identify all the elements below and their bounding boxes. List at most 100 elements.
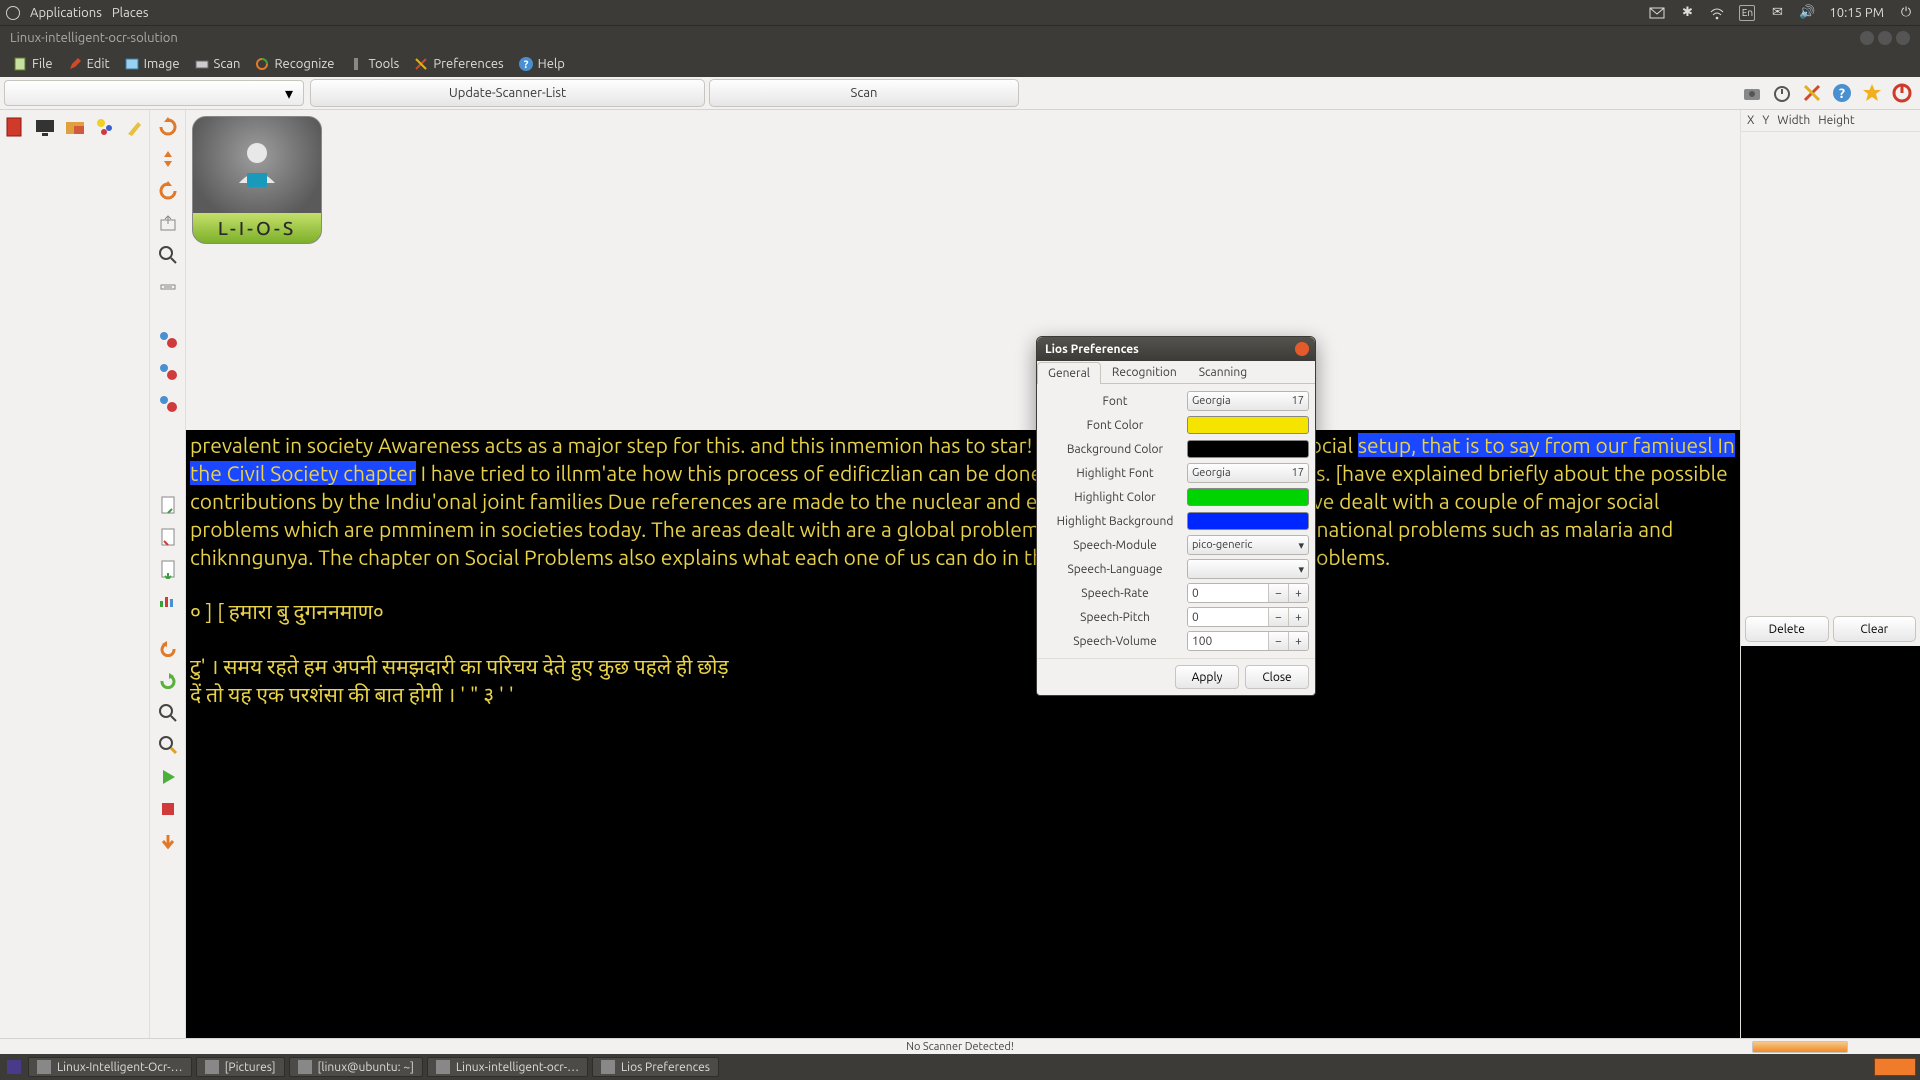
- timer-icon[interactable]: [1770, 81, 1794, 105]
- task-item[interactable]: Linux-Intelligent-Ocr-…: [28, 1057, 192, 1077]
- apply-button[interactable]: Apply: [1175, 665, 1239, 689]
- shape-b-icon[interactable]: [157, 360, 179, 382]
- preferences-dialog: Lios Preferences General Recognition Sca…: [1036, 336, 1316, 696]
- menu-edit[interactable]: Edit: [61, 54, 116, 74]
- shape-c-icon[interactable]: [157, 392, 179, 414]
- task-item[interactable]: Lios Preferences: [592, 1057, 719, 1077]
- speech-language-select[interactable]: ▾: [1187, 559, 1309, 579]
- show-desktop-icon[interactable]: [4, 1059, 24, 1075]
- play-icon[interactable]: [157, 766, 179, 788]
- shape-a-icon[interactable]: [157, 328, 179, 350]
- menu-help[interactable]: ?Help: [512, 54, 571, 74]
- star-icon[interactable]: [1860, 81, 1884, 105]
- highlight-bg-swatch[interactable]: [1187, 512, 1309, 530]
- regions-list[interactable]: [1741, 132, 1920, 612]
- folder-image-icon[interactable]: [64, 116, 86, 138]
- help-icon: ?: [518, 56, 534, 72]
- task-item[interactable]: Linux-intelligent-ocr-…: [427, 1057, 588, 1077]
- app-icon: [601, 1060, 615, 1074]
- right-preview: [1741, 646, 1920, 1038]
- svg-text:?: ?: [1839, 85, 1845, 101]
- speech-rate-spinner[interactable]: 0−+: [1187, 583, 1309, 603]
- stop-icon[interactable]: [157, 798, 179, 820]
- menu-preferences[interactable]: Preferences: [407, 54, 509, 74]
- applications-menu[interactable]: Applications: [30, 6, 102, 20]
- shutdown-icon[interactable]: ⏻: [1898, 5, 1914, 21]
- speech-pitch-spinner[interactable]: 0−+: [1187, 607, 1309, 627]
- delete-button[interactable]: Delete: [1745, 616, 1829, 642]
- camera-icon[interactable]: [1740, 81, 1764, 105]
- tab-scanning[interactable]: Scanning: [1188, 361, 1258, 383]
- font-chooser[interactable]: Georgia17: [1187, 391, 1309, 411]
- settings-tool-icon[interactable]: [1800, 81, 1824, 105]
- clear-button[interactable]: Clear: [1833, 616, 1917, 642]
- find-replace-icon[interactable]: [157, 734, 179, 756]
- dialog-close-icon[interactable]: [1295, 342, 1309, 356]
- keyboard-layout-indicator[interactable]: En: [1739, 5, 1755, 21]
- gnome-top-panel: Applications Places ✱ En ✉ 🔊 10:15 PM ⏻: [0, 0, 1920, 25]
- left-icon-panel: [0, 110, 150, 1038]
- menu-image[interactable]: Image: [118, 54, 186, 74]
- collapse-icon[interactable]: [157, 276, 179, 298]
- highlight-font-chooser[interactable]: Georgia17: [1187, 463, 1309, 483]
- menu-recognize[interactable]: Recognize: [248, 54, 340, 74]
- label-speech-pitch: Speech-Pitch: [1043, 611, 1187, 624]
- volume-icon[interactable]: 🔊: [1799, 5, 1815, 21]
- speech-volume-spinner[interactable]: 100−+: [1187, 631, 1309, 651]
- messages-icon[interactable]: ✉: [1769, 5, 1785, 21]
- app-icon: [436, 1060, 450, 1074]
- find-icon[interactable]: [157, 702, 179, 724]
- update-scanner-list-button[interactable]: Update-Scanner-List: [310, 79, 705, 107]
- chart-icon[interactable]: [157, 590, 179, 612]
- dialog-titlebar[interactable]: Lios Preferences: [1037, 337, 1315, 361]
- scanner-select[interactable]: ▾: [4, 80, 304, 106]
- label-speech-language: Speech-Language: [1043, 563, 1187, 576]
- highlight-color-swatch[interactable]: [1187, 488, 1309, 506]
- page-prev-icon[interactable]: [157, 526, 179, 548]
- window-minimize[interactable]: [1860, 31, 1874, 45]
- mail-tray-icon[interactable]: [1649, 5, 1665, 21]
- wifi-icon[interactable]: [1709, 5, 1725, 21]
- close-button[interactable]: Close: [1245, 665, 1309, 689]
- scan-icon: [194, 56, 210, 72]
- menu-file[interactable]: File: [6, 54, 59, 74]
- tools-icon: [348, 56, 364, 72]
- zoom-icon[interactable]: [157, 244, 179, 266]
- menu-tools[interactable]: Tools: [342, 54, 405, 74]
- color-wand-icon[interactable]: [94, 116, 116, 138]
- page-next-icon[interactable]: [157, 494, 179, 516]
- tab-recognition[interactable]: Recognition: [1101, 361, 1188, 383]
- image-canvas[interactable]: L-I-O-S: [186, 110, 1740, 430]
- ocr-text-area[interactable]: prevalent in society Awareness acts as a…: [186, 430, 1740, 1038]
- workspace-switcher[interactable]: [1874, 1058, 1916, 1076]
- brush-icon[interactable]: [124, 116, 146, 138]
- window-maximize[interactable]: [1878, 31, 1892, 45]
- power-icon[interactable]: [1890, 81, 1914, 105]
- flip-v-icon[interactable]: [157, 148, 179, 170]
- export-icon[interactable]: [157, 212, 179, 234]
- speech-module-select[interactable]: pico-generic▾: [1187, 535, 1309, 555]
- tab-general[interactable]: General: [1037, 362, 1101, 384]
- scan-button[interactable]: Scan: [709, 79, 1019, 107]
- task-item[interactable]: [Pictures]: [196, 1057, 285, 1077]
- task-item[interactable]: [linux@ubuntu: ~]: [289, 1057, 423, 1077]
- bg-color-swatch[interactable]: [1187, 440, 1309, 458]
- edit-icon: [67, 56, 83, 72]
- window-close[interactable]: [1896, 31, 1910, 45]
- pdf-icon[interactable]: [4, 116, 26, 138]
- bluetooth-icon[interactable]: ✱: [1679, 5, 1695, 21]
- page-down-icon[interactable]: [157, 558, 179, 580]
- menu-scan[interactable]: Scan: [188, 54, 247, 74]
- monitor-icon[interactable]: [34, 116, 56, 138]
- rotate-left-icon[interactable]: [157, 116, 179, 138]
- clock[interactable]: 10:15 PM: [1829, 6, 1884, 20]
- undo-icon[interactable]: [157, 638, 179, 660]
- help-tool-icon[interactable]: ?: [1830, 81, 1854, 105]
- label-speech-module: Speech-Module: [1043, 539, 1187, 552]
- font-color-swatch[interactable]: [1187, 416, 1309, 434]
- file-icon: [12, 56, 28, 72]
- places-menu[interactable]: Places: [112, 6, 149, 20]
- redo-icon[interactable]: [157, 670, 179, 692]
- down-arrow-icon[interactable]: [157, 830, 179, 852]
- rotate-right-icon[interactable]: [157, 180, 179, 202]
